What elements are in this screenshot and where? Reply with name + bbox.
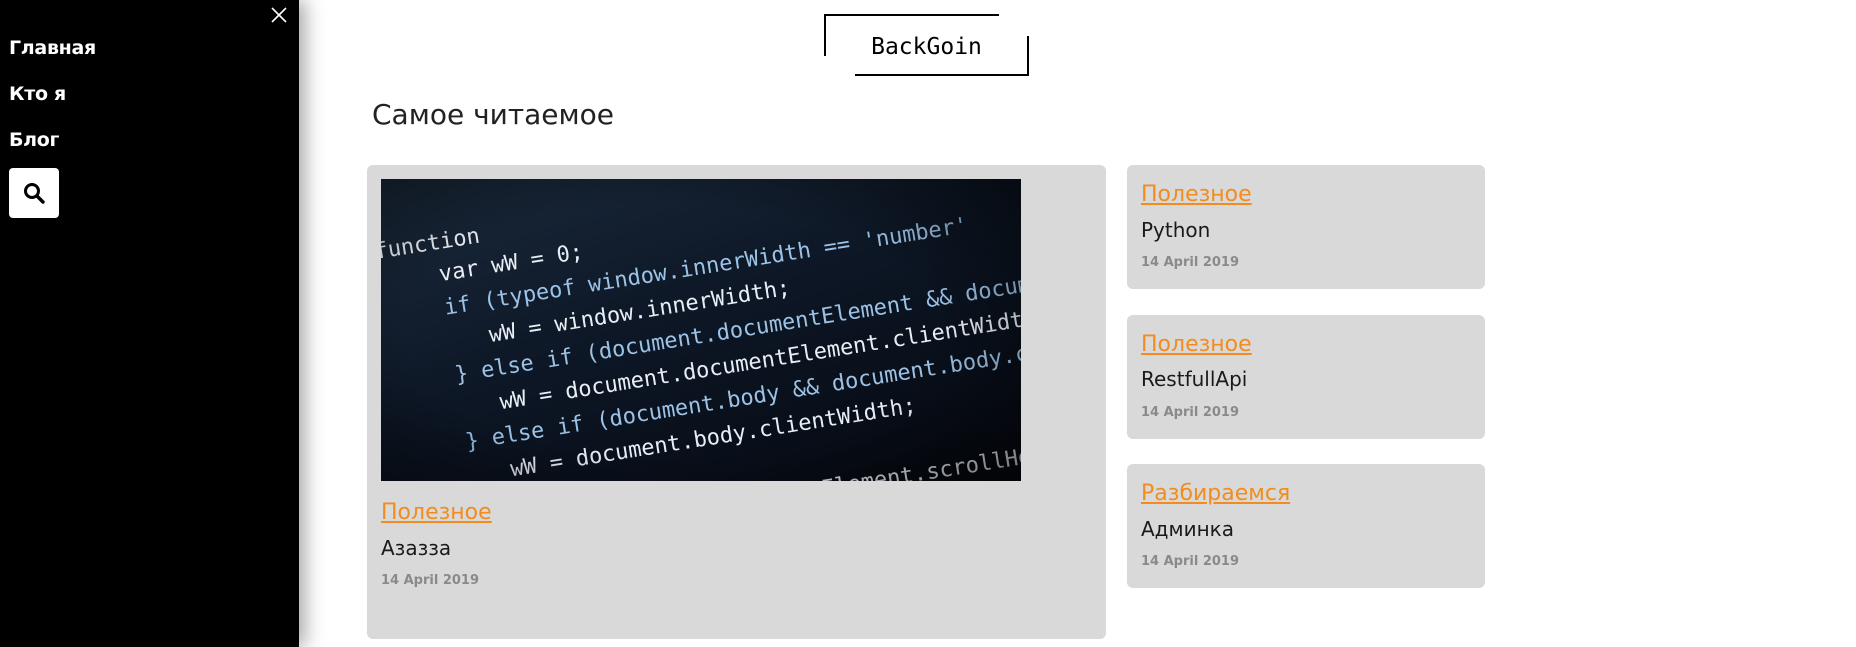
post-title[interactable]: Python bbox=[1141, 217, 1210, 243]
close-sidebar-button[interactable] bbox=[268, 4, 290, 26]
post-card[interactable]: Разбираемся Админка 14 April 2019 bbox=[1127, 464, 1485, 588]
post-title[interactable]: RestfullApi bbox=[1141, 366, 1247, 392]
section-title: Самое читаемое bbox=[372, 98, 615, 131]
site-logo[interactable]: BackGoin bbox=[824, 14, 1029, 76]
code-screenshot-image: function var wW = 0; if (typeof window.i… bbox=[381, 179, 1021, 481]
post-category-link[interactable]: Полезное bbox=[1141, 331, 1252, 359]
nav-item-home[interactable]: Главная bbox=[9, 36, 96, 60]
logo-text: BackGoin bbox=[871, 34, 982, 60]
post-category-link[interactable]: Полезное bbox=[1141, 181, 1252, 209]
post-date: 14 April 2019 bbox=[1141, 554, 1240, 569]
nav-item-blog[interactable]: Блог bbox=[9, 128, 59, 152]
sidebar: Главная Кто я Блог bbox=[0, 0, 299, 647]
featured-post-date: 14 April 2019 bbox=[381, 573, 480, 588]
post-card[interactable]: Полезное Python 14 April 2019 bbox=[1127, 165, 1485, 289]
featured-post-title[interactable]: Азазза bbox=[381, 535, 451, 561]
post-date: 14 April 2019 bbox=[1141, 405, 1240, 420]
nav-item-about[interactable]: Кто я bbox=[9, 82, 66, 106]
main-content: BackGoin Самое читаемое function var wW … bbox=[299, 0, 1856, 647]
search-icon bbox=[24, 183, 45, 204]
featured-post-category-link[interactable]: Полезное bbox=[381, 499, 492, 527]
featured-post-card[interactable]: function var wW = 0; if (typeof window.i… bbox=[367, 165, 1106, 639]
post-card[interactable]: Полезное RestfullApi 14 April 2019 bbox=[1127, 315, 1485, 439]
post-title[interactable]: Админка bbox=[1141, 516, 1234, 542]
post-category-link[interactable]: Разбираемся bbox=[1141, 480, 1290, 508]
close-icon bbox=[271, 7, 287, 23]
search-button[interactable] bbox=[9, 168, 59, 218]
post-date: 14 April 2019 bbox=[1141, 255, 1240, 270]
featured-post-image[interactable]: function var wW = 0; if (typeof window.i… bbox=[381, 179, 1021, 481]
